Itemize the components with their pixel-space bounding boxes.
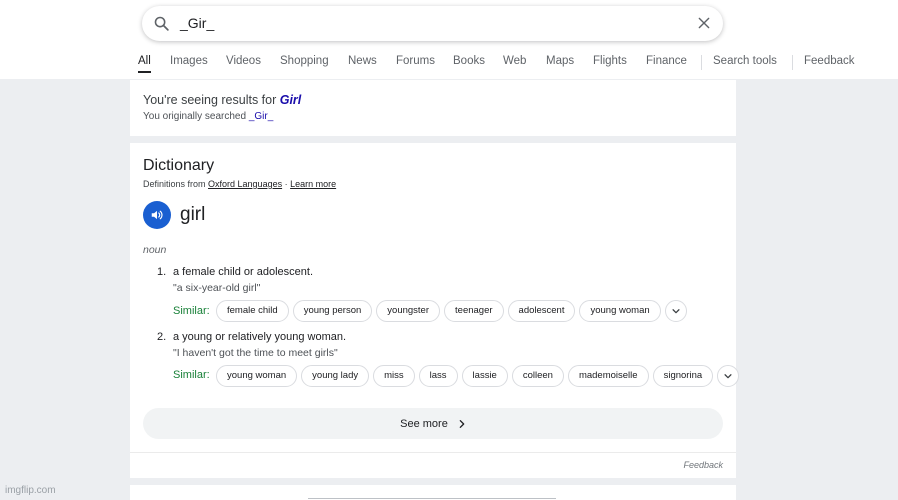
- card-divider: [130, 452, 736, 453]
- definition-text: a female child or adolescent.: [173, 266, 314, 278]
- similar-chip[interactable]: young woman: [579, 300, 661, 322]
- tab-all[interactable]: All: [138, 55, 151, 67]
- spelling-correction-card: You're seeing results for Girl You origi…: [130, 80, 736, 136]
- top-bar: _Gir_ All Images Videos Shopping News Fo…: [0, 0, 898, 79]
- tab-divider: [792, 55, 793, 70]
- tab-finance[interactable]: Finance: [646, 55, 687, 67]
- search-box[interactable]: _Gir_: [142, 6, 723, 41]
- definition-source: Definitions from Oxford Languages · Lear…: [143, 179, 336, 189]
- chevron-right-icon: [459, 419, 465, 428]
- similar-chip[interactable]: lassie: [461, 365, 508, 387]
- similar-chip[interactable]: young lady: [301, 365, 370, 387]
- watermark: imgflip.com: [5, 485, 56, 496]
- chevron-down-icon: [672, 309, 680, 314]
- dictionary-word: girl: [180, 204, 206, 225]
- tab-feedback[interactable]: Feedback: [804, 55, 855, 67]
- search-icon[interactable]: [153, 15, 170, 32]
- definition-number: 2.: [157, 331, 167, 343]
- dictionary-feedback-link[interactable]: Feedback: [683, 460, 723, 470]
- learn-more-link[interactable]: Learn more: [290, 179, 336, 189]
- search-input[interactable]: _Gir_: [180, 15, 214, 31]
- similar-chip[interactable]: colleen: [511, 365, 564, 387]
- tab-maps[interactable]: Maps: [546, 55, 574, 67]
- pronunciation-button[interactable]: [143, 201, 171, 229]
- definition-text: a young or relatively young woman.: [173, 331, 347, 343]
- oxford-languages-link[interactable]: Oxford Languages: [208, 179, 282, 189]
- definition-example: "a six-year-old girl": [173, 282, 261, 294]
- tab-books[interactable]: Books: [453, 55, 485, 67]
- source-separator: ·: [282, 179, 291, 189]
- tab-images[interactable]: Images: [170, 55, 208, 67]
- similar-chip[interactable]: signorina: [652, 365, 714, 387]
- seeing-results-prefix: You're seeing results for: [143, 93, 280, 107]
- original-query-prefix: You originally searched: [143, 111, 249, 122]
- close-icon[interactable]: [697, 16, 711, 30]
- definition-source-prefix: Definitions from: [143, 179, 209, 189]
- similar-chip[interactable]: miss: [373, 365, 415, 387]
- tab-divider: [701, 55, 702, 70]
- dictionary-title: Dictionary: [143, 157, 215, 174]
- similar-chip[interactable]: youngster: [376, 300, 441, 322]
- tab-search-tools[interactable]: Search tools: [713, 55, 777, 67]
- tab-web[interactable]: Web: [503, 55, 526, 67]
- see-more-button[interactable]: See more: [143, 408, 723, 439]
- definition-number: 1.: [157, 266, 167, 278]
- original-query-link[interactable]: _Gir_: [249, 111, 273, 122]
- similar-chip[interactable]: lass: [418, 365, 458, 387]
- tab-videos[interactable]: Videos: [226, 55, 261, 67]
- similar-chip[interactable]: young person: [292, 300, 373, 322]
- expand-similar-button[interactable]: [717, 365, 740, 387]
- tab-forums[interactable]: Forums: [396, 55, 435, 67]
- seeing-results-text: You're seeing results for Girl: [143, 93, 301, 107]
- next-result-card: [130, 485, 736, 500]
- similar-chips: female child young person youngster teen…: [216, 300, 687, 322]
- speaker-icon: [151, 210, 163, 220]
- similar-chip[interactable]: young woman: [216, 365, 298, 387]
- similar-label: Similar:: [173, 305, 210, 317]
- corrected-query-link[interactable]: Girl: [280, 93, 302, 107]
- similar-label: Similar:: [173, 369, 210, 381]
- see-more-label: See more: [400, 417, 448, 430]
- tab-flights[interactable]: Flights: [593, 55, 627, 67]
- similar-chip[interactable]: mademoiselle: [567, 365, 649, 387]
- similar-chips: young woman young lady miss lass lassie …: [216, 365, 740, 387]
- original-query-text: You originally searched _Gir_: [143, 111, 273, 122]
- expand-similar-button[interactable]: [664, 300, 687, 322]
- next-result-placeholder: [308, 498, 556, 499]
- definition-example: "I haven't got the time to meet girls": [173, 347, 338, 359]
- similar-chip[interactable]: teenager: [444, 300, 504, 322]
- similar-chip[interactable]: adolescent: [507, 300, 576, 322]
- part-of-speech: noun: [143, 244, 167, 256]
- chevron-down-icon: [724, 374, 732, 379]
- similar-chip[interactable]: female child: [216, 300, 289, 322]
- tab-news[interactable]: News: [348, 55, 377, 67]
- dictionary-card: Dictionary Definitions from Oxford Langu…: [130, 143, 740, 478]
- tab-shopping[interactable]: Shopping: [280, 55, 329, 67]
- active-tab-indicator: [138, 71, 151, 73]
- search-tabs: All Images Videos Shopping News Forums B…: [0, 54, 898, 74]
